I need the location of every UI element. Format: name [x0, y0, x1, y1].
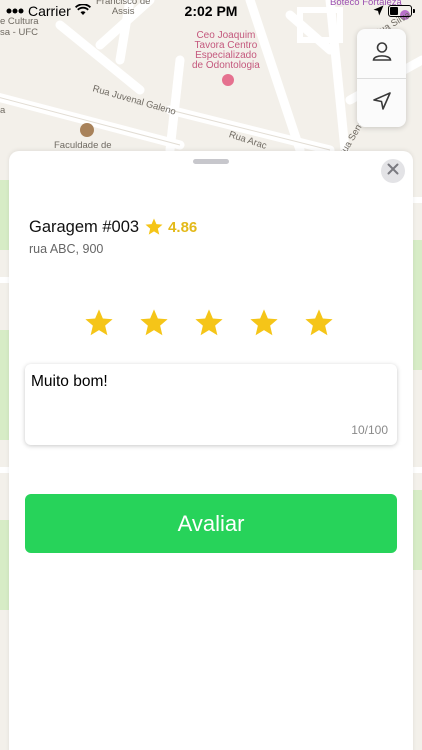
- map-label-ufc: sa - UFC: [0, 27, 38, 38]
- garage-header: Garagem #003 4.86: [29, 217, 197, 237]
- sheet-grabber[interactable]: [193, 159, 229, 164]
- comment-input[interactable]: Muito bom!: [31, 373, 391, 413]
- garage-rating: 4.86: [168, 218, 198, 236]
- carrier-label: Carrier: [28, 3, 71, 19]
- battery-icon: [388, 5, 415, 17]
- wifi-icon: [74, 3, 91, 19]
- profile-button[interactable]: [357, 29, 406, 78]
- close-icon: [387, 162, 399, 180]
- star-1-button[interactable]: [83, 307, 115, 339]
- person-icon: [371, 40, 393, 67]
- status-bar: Carrier 2:02 PM: [0, 0, 422, 22]
- star-rating-input: [83, 307, 335, 339]
- rating-sheet: Garagem #003 4.86 rua ABC, 900 Muito bom…: [9, 151, 413, 750]
- map-label-ceo: Ceo Joaquim Tavora Centro Especializado …: [192, 30, 260, 71]
- map-label-faculdade: Faculdade de: [54, 140, 112, 151]
- comment-char-counter: 10/100: [351, 423, 388, 437]
- status-right: [373, 3, 415, 19]
- garage-address: rua ABC, 900: [29, 242, 104, 256]
- location-services-icon: [373, 3, 384, 19]
- location-arrow-icon: [372, 91, 392, 116]
- map-label-a: a: [0, 105, 6, 116]
- status-left: Carrier: [6, 3, 91, 19]
- star-2-button[interactable]: [138, 307, 170, 339]
- map-controls: [357, 29, 406, 127]
- garage-title: Garagem #003: [29, 217, 140, 236]
- star-5-button[interactable]: [303, 307, 335, 339]
- close-button[interactable]: [381, 159, 405, 183]
- signal-icon: [6, 3, 24, 19]
- rating-star-icon: [144, 217, 164, 237]
- submit-rating-button[interactable]: Avaliar: [25, 494, 397, 553]
- star-3-button[interactable]: [193, 307, 225, 339]
- star-4-button[interactable]: [248, 307, 280, 339]
- locate-me-button[interactable]: [357, 78, 406, 127]
- comment-field: Muito bom! 10/100: [25, 364, 397, 445]
